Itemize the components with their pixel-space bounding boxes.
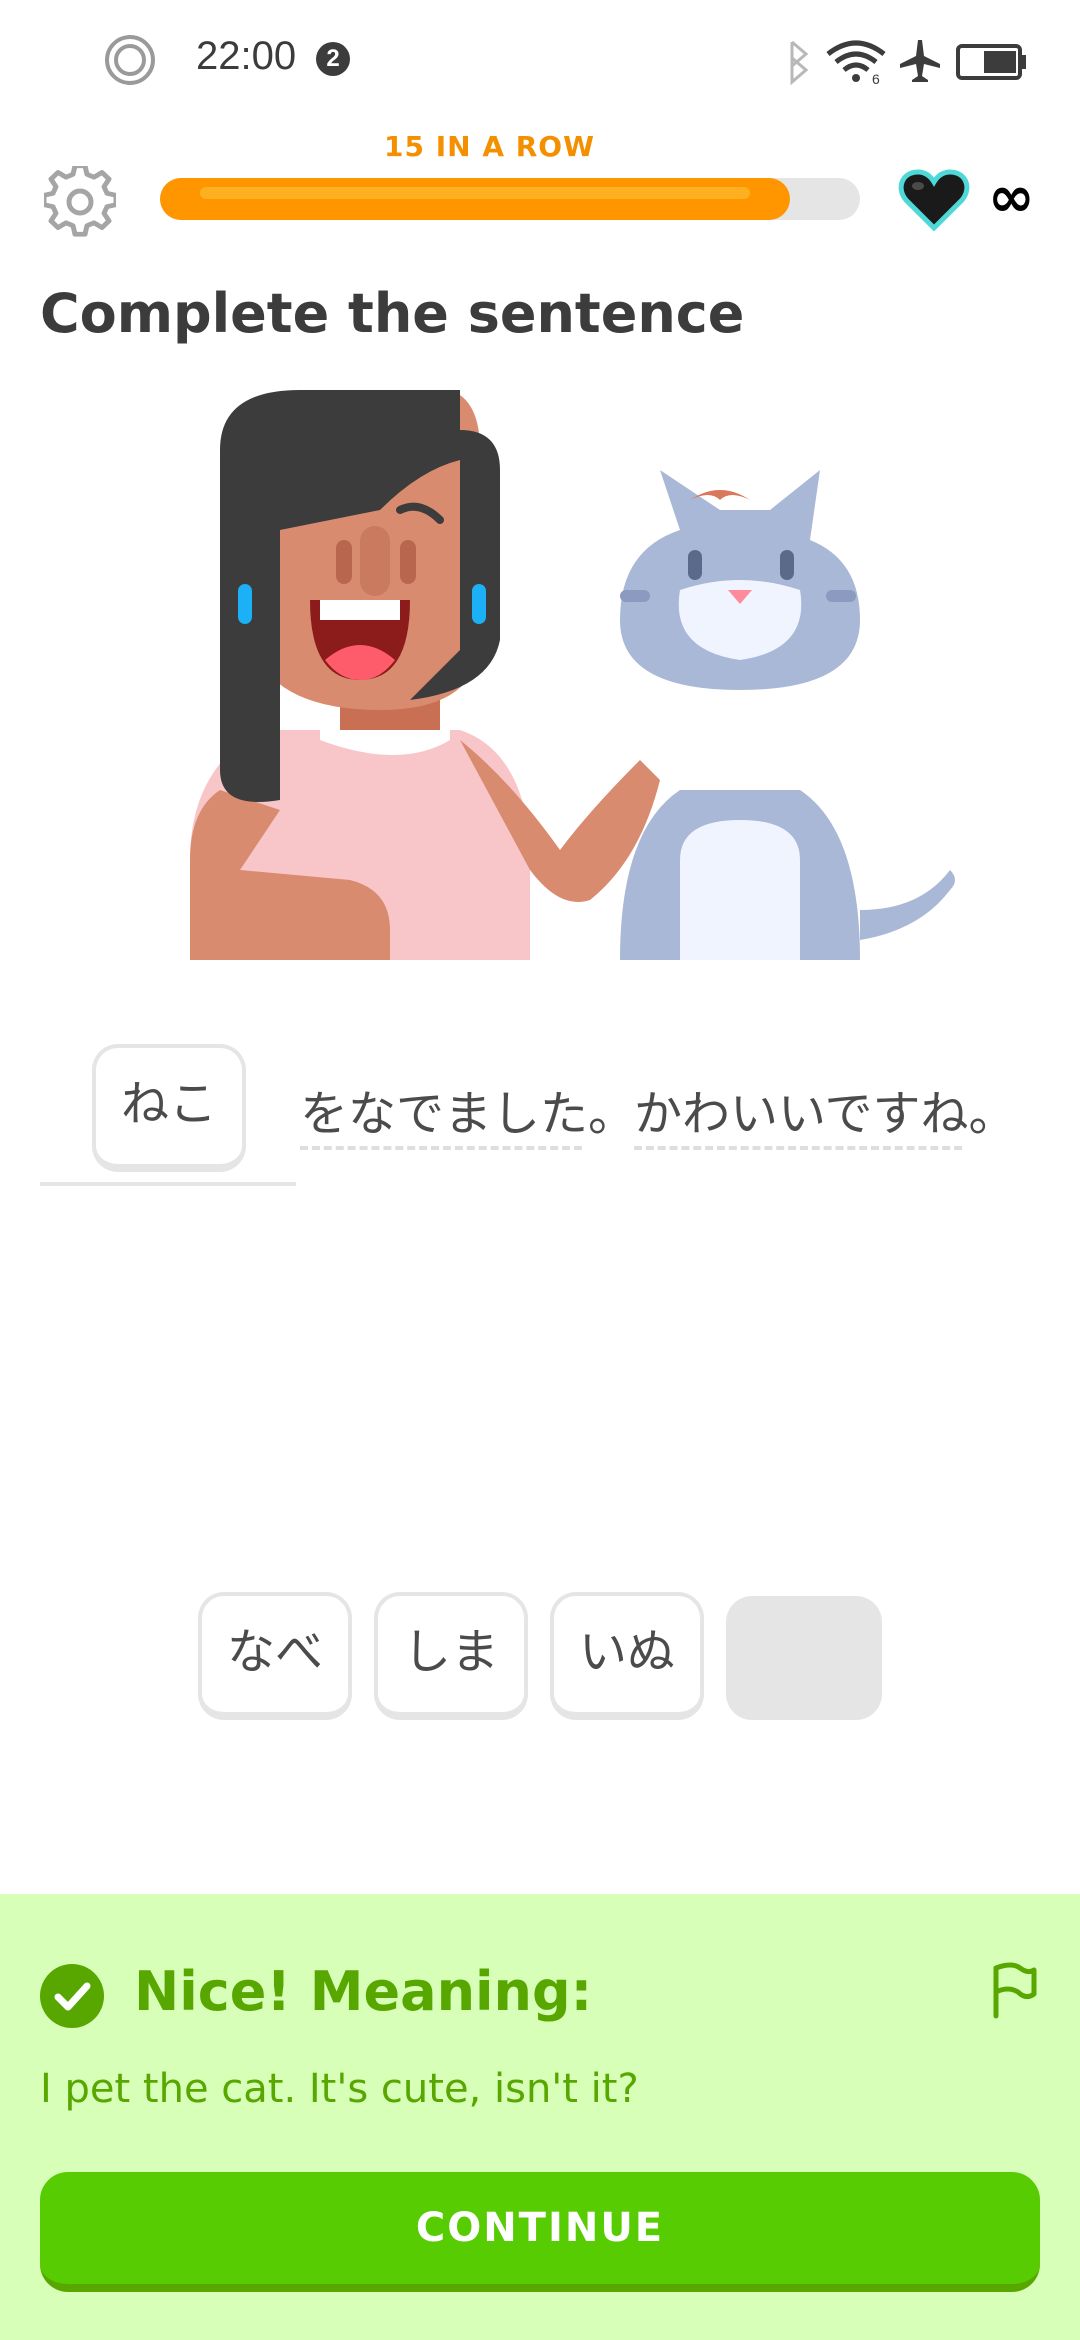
status-icons: 6 xyxy=(790,40,1026,86)
word-bank-option[interactable]: なべ xyxy=(198,1592,352,1720)
status-time: 22:00 xyxy=(196,34,297,78)
feedback-translation: I pet the cat. It's cute, isn't it? xyxy=(40,2066,639,2112)
cat-character xyxy=(620,470,955,960)
lesson-progress-bar xyxy=(160,178,860,220)
word-bank-used-slot xyxy=(726,1596,882,1720)
continue-button[interactable]: CONTINUE xyxy=(40,2172,1040,2292)
unlimited-hearts-indicator: ∞ xyxy=(988,165,1035,230)
settings-gear-icon[interactable] xyxy=(44,166,116,238)
heart-icon xyxy=(898,169,970,232)
streak-label: 15 IN A ROW xyxy=(384,130,595,163)
focus-ring-icon xyxy=(105,35,155,85)
word-bank-option[interactable]: いぬ xyxy=(550,1592,704,1720)
report-flag-icon[interactable] xyxy=(986,1960,1038,2020)
word-bank-option[interactable]: しま xyxy=(374,1592,528,1720)
checkmark-icon xyxy=(40,1964,104,2028)
status-bar: 22:00 2 6 xyxy=(0,0,1080,120)
battery-icon xyxy=(956,44,1026,80)
svg-text:6: 6 xyxy=(872,71,880,86)
woman-character xyxy=(190,390,660,960)
page-title: Complete the sentence xyxy=(40,282,745,345)
answer-word-chip[interactable]: ねこ xyxy=(92,1044,246,1172)
wifi-icon: 6 xyxy=(826,40,886,86)
bluetooth-icon xyxy=(790,40,809,86)
lesson-progress-shine xyxy=(200,187,750,199)
woman-and-cat-illustration xyxy=(190,390,955,960)
hint-underline-1 xyxy=(300,1146,582,1150)
hint-underline-2 xyxy=(634,1146,962,1150)
notification-badge: 2 xyxy=(316,42,350,76)
feedback-panel: Nice! Meaning: I pet the cat. It's cute,… xyxy=(0,1894,1080,2340)
airplane-mode-icon xyxy=(900,40,940,82)
feedback-title: Nice! Meaning: xyxy=(134,1960,593,2023)
lesson-progress-fill xyxy=(160,178,790,220)
lesson-screen: 22:00 2 6 15 IN A ROW ∞ Complete the sen… xyxy=(0,0,1080,2340)
sentence-part-1[interactable]: をなでました。 xyxy=(300,1074,636,1144)
sentence-part-2[interactable]: かわいいですね。 xyxy=(634,1074,1017,1144)
